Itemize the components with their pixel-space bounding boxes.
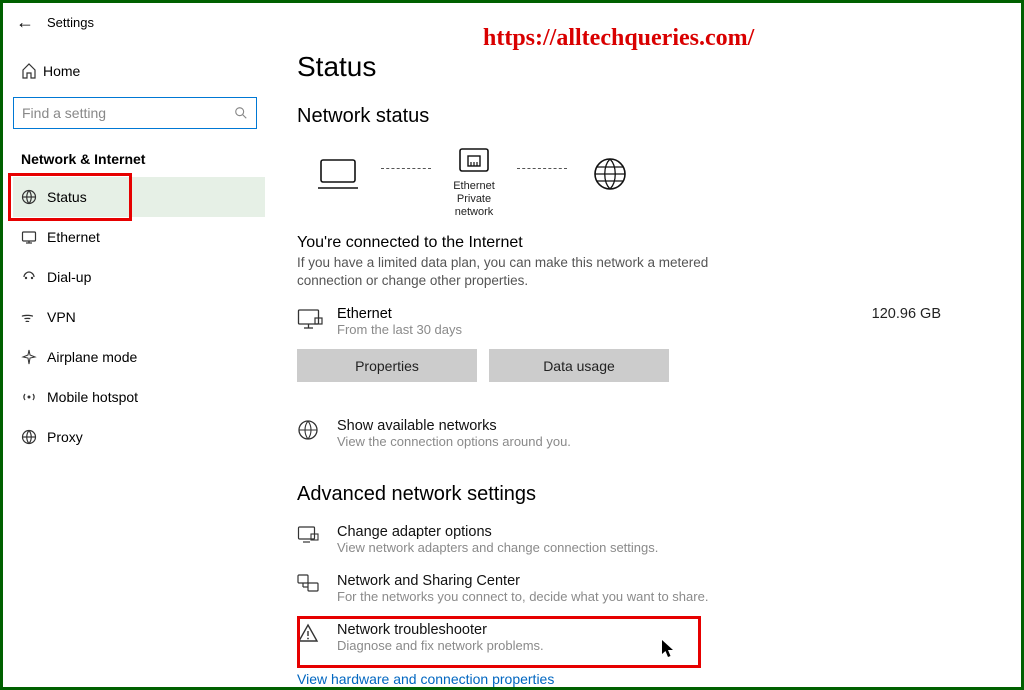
vpn-icon: ᯤ — [21, 308, 47, 327]
diagram-private-label: Private network — [455, 193, 494, 218]
sidebar-item-label: Ethernet — [47, 229, 100, 245]
status-icon — [21, 189, 47, 205]
option-title: Network troubleshooter — [337, 622, 544, 638]
diagram-ethernet-label: Ethernet — [453, 180, 495, 192]
hotspot-icon — [21, 389, 47, 405]
home-icon — [21, 63, 43, 79]
sidebar-item-label: Status — [47, 189, 87, 205]
proxy-icon — [21, 429, 47, 445]
back-button[interactable]: ← — [11, 12, 39, 33]
network-sharing-center[interactable]: Network and Sharing Center For the netwo… — [297, 573, 981, 604]
connected-desc: If you have a limited data plan, you can… — [297, 254, 737, 290]
option-sub: View network adapters and change connect… — [337, 540, 658, 555]
sidebar: Home Network & Internet Status Ether — [3, 41, 273, 687]
sidebar-item-label: Mobile hotspot — [47, 389, 138, 405]
connected-heading: You're connected to the Internet — [297, 234, 981, 252]
globe-small-icon — [297, 418, 337, 449]
dialup-icon — [21, 269, 47, 285]
sidebar-item-airplane[interactable]: Airplane mode — [13, 337, 265, 377]
network-diagram: EthernetPrivate network — [303, 146, 981, 220]
sidebar-home[interactable]: Home — [13, 51, 265, 91]
sidebar-item-ethernet[interactable]: Ethernet — [13, 217, 265, 257]
airplane-icon — [21, 349, 47, 365]
sidebar-item-proxy[interactable]: Proxy — [13, 417, 265, 457]
ethernet-icon — [21, 229, 47, 245]
watermark-text: https://alltechqueries.com/ — [483, 25, 754, 52]
option-sub: View the connection options around you. — [337, 434, 571, 449]
connection-usage: 120.96 GB — [872, 306, 981, 322]
globe-icon — [592, 156, 628, 192]
ethernet-adapter-icon — [457, 146, 491, 176]
sidebar-item-status[interactable]: Status — [13, 177, 265, 217]
connection-name: Ethernet — [337, 306, 872, 322]
search-input[interactable] — [22, 105, 234, 121]
warning-icon — [297, 622, 337, 653]
advanced-settings-heading: Advanced network settings — [297, 483, 981, 506]
properties-button[interactable]: Properties — [297, 349, 477, 382]
sidebar-item-dialup[interactable]: Dial-up — [13, 257, 265, 297]
show-available-networks[interactable]: Show available networks View the connect… — [297, 418, 981, 449]
sidebar-item-hotspot[interactable]: Mobile hotspot — [13, 377, 265, 417]
network-troubleshooter[interactable]: Network troubleshooter Diagnose and fix … — [297, 622, 981, 653]
sidebar-category: Network & Internet — [13, 145, 265, 177]
view-hardware-link[interactable]: View hardware and connection properties — [297, 671, 554, 687]
search-icon — [234, 106, 248, 120]
sharing-icon — [297, 573, 337, 604]
search-box[interactable] — [13, 97, 257, 129]
window-title: Settings — [47, 15, 94, 30]
sidebar-item-label: Dial-up — [47, 269, 91, 285]
sidebar-item-label: VPN — [47, 309, 76, 325]
sidebar-home-label: Home — [43, 63, 80, 79]
option-title: Change adapter options — [337, 524, 658, 540]
network-status-heading: Network status — [297, 105, 981, 128]
sidebar-item-label: Proxy — [47, 429, 83, 445]
option-sub: Diagnose and fix network problems. — [337, 638, 544, 653]
sidebar-item-vpn[interactable]: ᯤ VPN — [13, 297, 265, 337]
option-sub: For the networks you connect to, decide … — [337, 589, 708, 604]
option-title: Network and Sharing Center — [337, 573, 708, 589]
computer-icon — [317, 156, 359, 192]
adapter-icon — [297, 524, 337, 555]
connection-icon — [297, 306, 337, 330]
sidebar-item-label: Airplane mode — [47, 349, 137, 365]
data-usage-button[interactable]: Data usage — [489, 349, 669, 382]
change-adapter-options[interactable]: Change adapter options View network adap… — [297, 524, 981, 555]
connection-sub: From the last 30 days — [337, 322, 872, 337]
main-panel: Status Network status EthernetPrivate ne… — [273, 41, 1021, 687]
page-title: Status — [297, 51, 981, 83]
option-title: Show available networks — [337, 418, 571, 434]
